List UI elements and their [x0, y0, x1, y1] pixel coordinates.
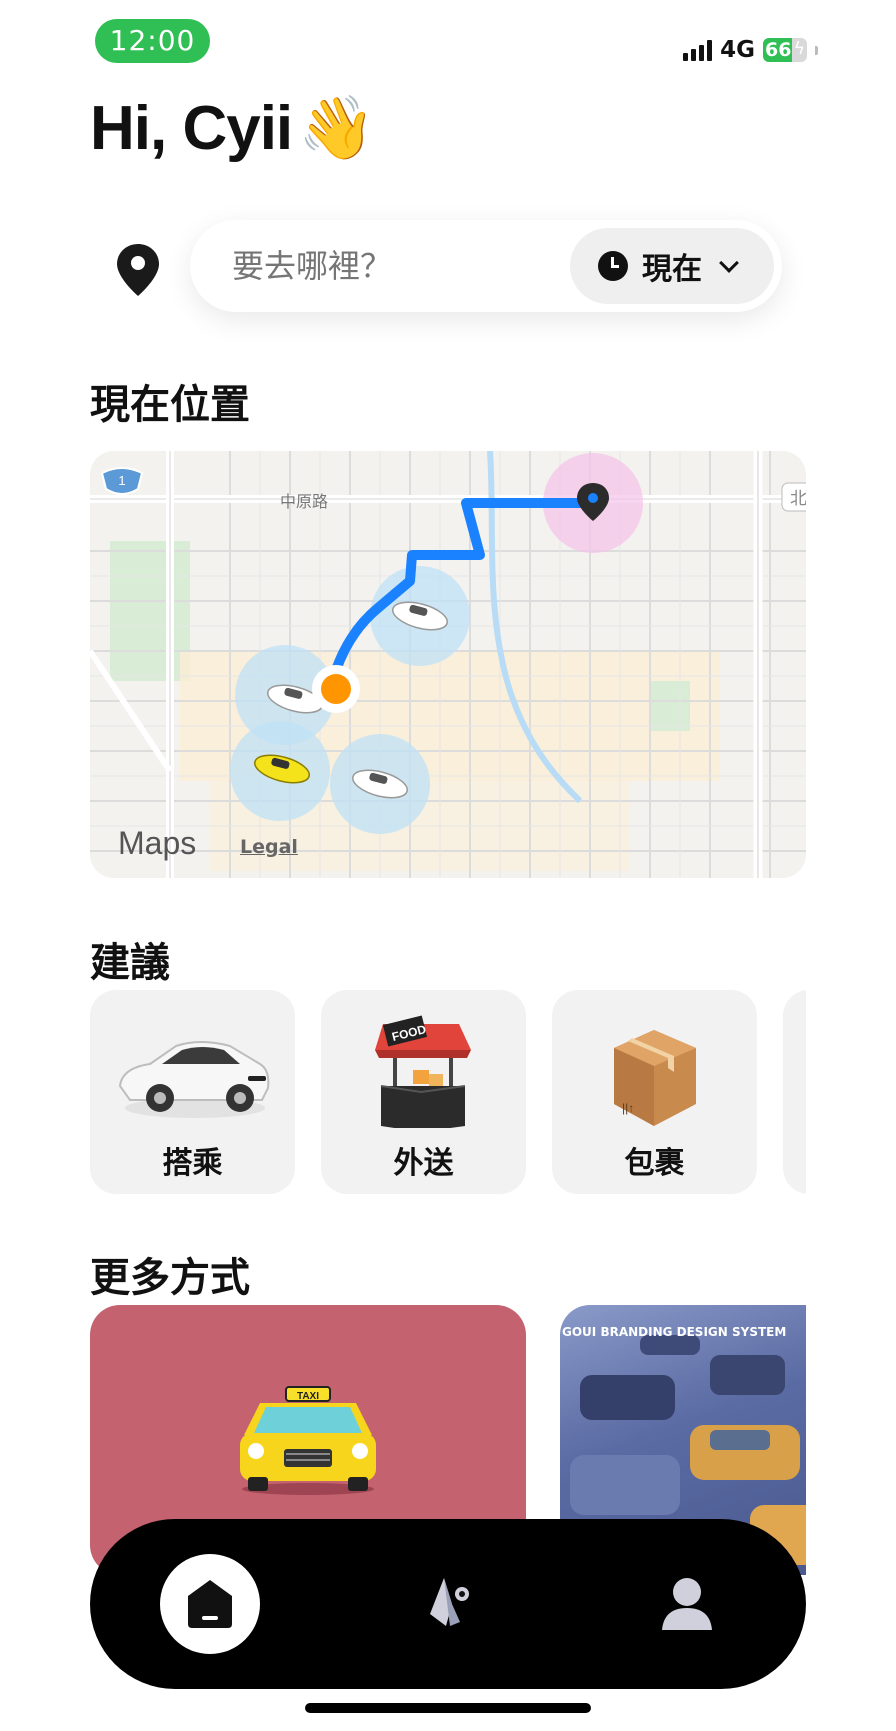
- car-icon: [118, 1041, 270, 1118]
- food-stall-icon: FOOD: [375, 1015, 471, 1128]
- suggestions-carousel[interactable]: 搭乘 FOOD 外送 ||↑ 包裹: [90, 990, 806, 1194]
- taxi-sign: TAXI: [297, 1391, 319, 1402]
- road-label: 中原路: [280, 492, 328, 511]
- suggestion-ride-card[interactable]: 搭乘: [90, 990, 295, 1194]
- package-icon: ||↑: [614, 1030, 696, 1126]
- branding-promo-text: GOUI BRANDING DESIGN SYSTEM: [562, 1325, 787, 1339]
- suggestion-delivery-card[interactable]: FOOD 外送: [321, 990, 526, 1194]
- suggestion-package-label: 包裹: [624, 1146, 685, 1181]
- home-icon: [188, 1580, 232, 1628]
- suggestion-package-card[interactable]: ||↑ 包裹: [552, 990, 757, 1194]
- activity-icon: [430, 1578, 469, 1626]
- destination-search-input[interactable]: [232, 220, 532, 312]
- clock-icon: [598, 251, 628, 281]
- signal-icon: [683, 39, 713, 61]
- departure-time-label: 現在: [642, 252, 702, 287]
- home-indicator: [305, 1703, 591, 1713]
- suggestion-ride-label: 搭乘: [162, 1146, 223, 1181]
- apple-maps-logo: Maps: [112, 825, 196, 862]
- greeting: Hi, Cyii👋: [90, 92, 375, 165]
- status-icons: 4G 66 ϟ: [683, 36, 818, 64]
- network-type: 4G: [720, 37, 755, 63]
- legal-link[interactable]: Legal: [240, 836, 298, 858]
- edge-road-label: 北: [790, 489, 806, 509]
- greeting-text: Hi, Cyii: [90, 94, 293, 163]
- location-map[interactable]: 1 中原路 北 Maps Legal: [90, 451, 806, 878]
- tab-home[interactable]: [160, 1554, 260, 1654]
- chevron-down-icon: [719, 253, 739, 273]
- route-shield-label: 1: [118, 473, 125, 488]
- tab-profile[interactable]: [660, 1576, 714, 1636]
- svg-text:||↑: ||↑: [622, 1101, 634, 1115]
- location-pin-icon[interactable]: [114, 242, 162, 298]
- waving-hand-icon: 👋: [298, 94, 375, 163]
- person-icon: [662, 1578, 712, 1630]
- status-time: 12:00: [95, 19, 210, 63]
- departure-time-dropdown[interactable]: 現在: [570, 228, 774, 304]
- suggestions-title: 建議: [90, 940, 170, 986]
- map-canvas: 1 中原路 北: [90, 451, 806, 878]
- destination-search-bar[interactable]: 現在: [190, 220, 782, 312]
- suggestion-more-card[interactable]: [783, 990, 806, 1194]
- bottom-tab-bar: [90, 1519, 806, 1689]
- current-location-title: 現在位置: [90, 382, 250, 428]
- more-ways-title: 更多方式: [90, 1255, 250, 1301]
- suggestion-delivery-label: 外送: [393, 1146, 454, 1181]
- maps-wordmark: Maps: [118, 825, 197, 861]
- tab-activity[interactable]: [424, 1574, 472, 1636]
- battery-icon: 66 ϟ: [763, 38, 807, 62]
- battery-cap: [815, 45, 818, 55]
- battery-percent: 66: [765, 39, 792, 61]
- charging-bolt-icon: ϟ: [793, 39, 805, 59]
- current-location-marker: [312, 665, 360, 713]
